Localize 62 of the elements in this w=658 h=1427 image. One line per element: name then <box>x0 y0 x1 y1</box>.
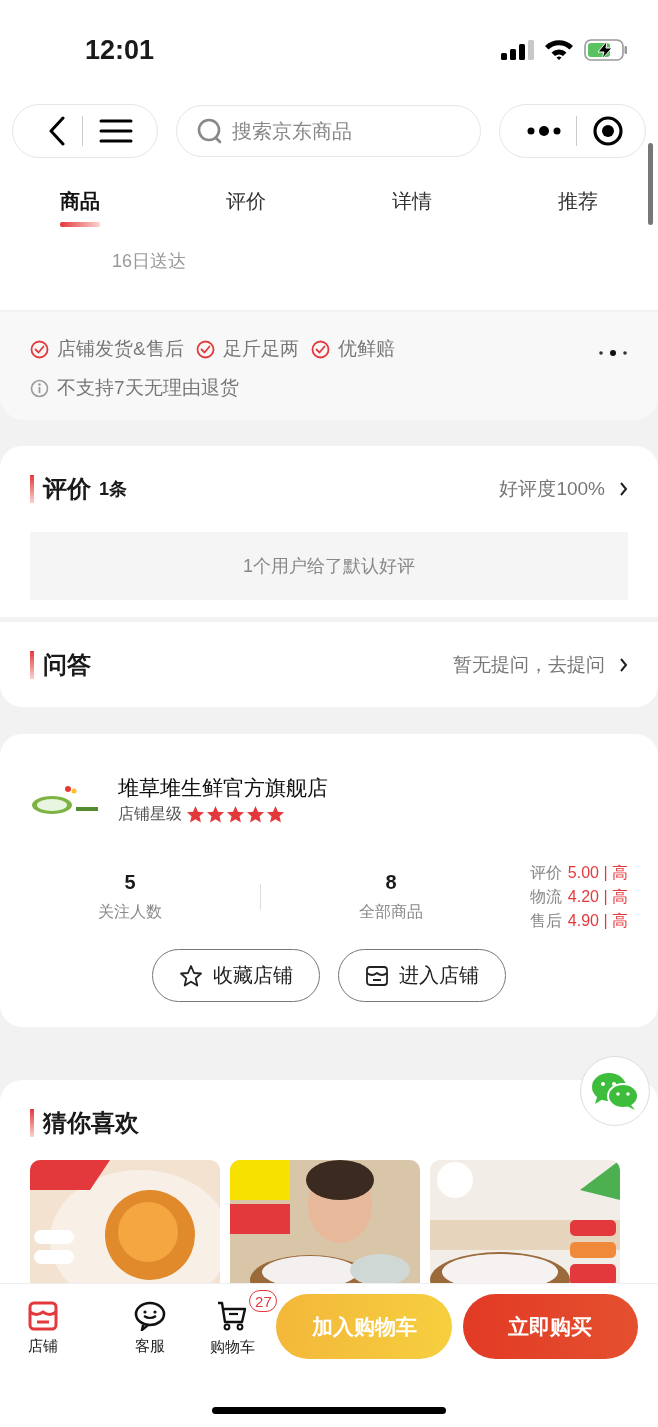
chat-face-icon <box>133 1301 166 1331</box>
rating-link[interactable]: 好评度100% <box>499 476 605 502</box>
tab[interactable]: 详情 <box>392 162 432 232</box>
check-circle-icon <box>310 339 330 359</box>
pager-dots-icon <box>598 349 628 357</box>
info-icon <box>30 378 49 398</box>
wechat-icon <box>591 1071 639 1111</box>
guarantee-label: 足斤足两 <box>222 337 299 361</box>
ask-link[interactable]: 暂无提问，去提问 <box>453 652 605 678</box>
check-circle-icon <box>30 339 49 359</box>
check-circle-icon <box>195 339 215 359</box>
more-icon[interactable] <box>527 125 562 137</box>
score-value: 4.20 | 高 <box>567 886 628 907</box>
score-value: 4.90 | 高 <box>567 910 628 931</box>
notice-text: 不支持7天无理由退货 <box>57 376 239 400</box>
stat-label: 全部商品 <box>359 902 423 922</box>
review-message: 1个用户给了默认好评 <box>30 532 628 600</box>
star-icon <box>206 805 225 824</box>
status-time: 12:01 <box>85 34 155 66</box>
favorite-store-button[interactable]: 收藏店铺 <box>152 949 320 1002</box>
section-title: 问答 <box>43 650 91 680</box>
enter-store-button[interactable]: 进入店铺 <box>338 949 506 1002</box>
star-icon <box>246 805 265 824</box>
stat-value: 5 <box>124 871 136 894</box>
star-outline-icon <box>179 963 203 988</box>
stat-label: 关注人数 <box>98 902 162 922</box>
section-title: 猜你喜欢 <box>43 1108 139 1138</box>
review-count: 1条 <box>99 478 127 501</box>
score-label: 评价 <box>529 862 562 883</box>
buy-now-button[interactable]: 立即购买 <box>462 1294 638 1359</box>
score-label: 售后 <box>529 910 562 931</box>
service-tab[interactable]: 客服 <box>133 1297 166 1356</box>
guarantee-label: 店铺发货&售后 <box>57 337 184 361</box>
chevron-right-icon <box>619 481 628 497</box>
store-rank-label: 店铺星级 <box>118 804 182 824</box>
battery-charging-icon <box>584 39 628 61</box>
stat-value: 8 <box>385 871 397 894</box>
shop-icon <box>365 963 389 988</box>
star-icon <box>266 805 285 824</box>
store-tab[interactable]: 店铺 <box>28 1297 59 1356</box>
score-value: 5.00 | 高 <box>567 862 628 883</box>
close-target-icon[interactable] <box>591 115 624 147</box>
tab[interactable]: 商品 <box>60 162 100 232</box>
delivery-text: 16日送达 <box>112 251 187 271</box>
score-label: 物流 <box>529 886 562 907</box>
signal-icon <box>500 40 534 60</box>
wifi-icon <box>544 39 574 61</box>
menu-icon[interactable] <box>99 118 134 144</box>
cart-icon <box>216 1300 249 1332</box>
shop-icon <box>28 1301 59 1331</box>
store-name[interactable]: 堆草堆生鲜官方旗舰店 <box>118 774 328 802</box>
tab[interactable]: 推荐 <box>558 162 598 232</box>
star-icon <box>226 805 245 824</box>
chevron-right-icon <box>619 657 628 673</box>
tab[interactable]: 评价 <box>226 162 266 232</box>
search-field[interactable]: 搜索京东商品 <box>176 105 481 157</box>
search-icon <box>196 117 224 145</box>
section-title: 评价 <box>43 474 91 504</box>
star-icon <box>186 805 205 824</box>
cart-count-badge: 27 <box>249 1290 278 1312</box>
scroll-bar[interactable] <box>648 143 653 225</box>
guarantee-label: 优鲜赔 <box>337 337 395 361</box>
